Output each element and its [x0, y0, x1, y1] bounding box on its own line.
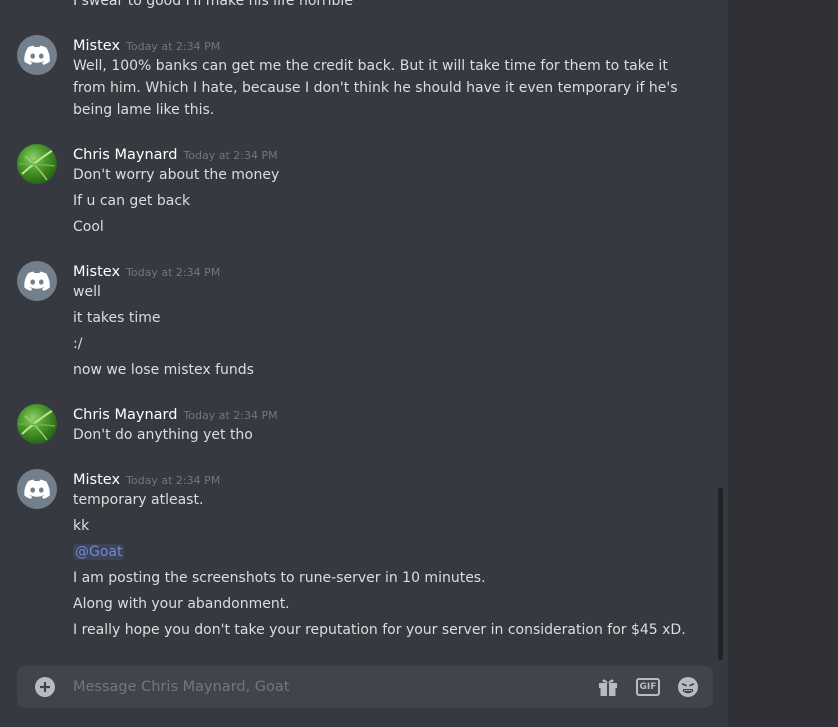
message-text: Along with your abandonment.: [73, 596, 290, 612]
message-text: temporary atleast.: [73, 492, 204, 508]
message-text: Don't do anything yet tho: [73, 427, 253, 443]
chat-panel: I swear to good I'll make his life horri…: [0, 0, 728, 727]
avatar[interactable]: [17, 469, 57, 509]
avatar[interactable]: [17, 144, 57, 184]
message-text: it takes time: [73, 310, 161, 326]
username[interactable]: Chris Maynard: [73, 147, 177, 163]
gift-icon: [599, 679, 617, 696]
message-text: now we lose mistex funds: [73, 362, 254, 378]
message-composer[interactable]: Message Chris Maynard, Goat GIF: [17, 666, 713, 708]
message-text: I really hope you don't take your reputa…: [73, 622, 686, 638]
message-header: Chris Maynard Today at 2:34 PM: [73, 144, 278, 166]
username[interactable]: Chris Maynard: [73, 407, 177, 423]
message-text: @Goat: [73, 541, 125, 563]
message-text: well: [73, 284, 101, 300]
message-text: I am posting the screenshots to rune-ser…: [73, 570, 486, 586]
username[interactable]: Mistex: [73, 472, 120, 488]
message-text: being lame like this.: [73, 102, 215, 118]
gift-button[interactable]: [595, 675, 621, 699]
timestamp: Today at 2:34 PM: [126, 40, 221, 53]
timestamp: Today at 2:34 PM: [126, 266, 221, 279]
leaf-photo-icon: [18, 409, 56, 441]
gif-icon: GIF: [636, 678, 660, 696]
timestamp: Today at 2:34 PM: [183, 409, 278, 422]
user-mention[interactable]: @Goat: [73, 544, 125, 560]
emoji-button[interactable]: [675, 675, 701, 699]
message-text: Well, 100% banks can get me the credit b…: [73, 58, 668, 74]
username[interactable]: Mistex: [73, 264, 120, 280]
username[interactable]: Mistex: [73, 38, 120, 54]
add-icon: [40, 682, 50, 692]
message-text: kk: [73, 518, 90, 534]
message-text: If u can get back: [73, 193, 191, 209]
discord-logo-icon: [24, 271, 50, 291]
message-text: :/: [73, 336, 83, 352]
side-panel: [728, 0, 838, 727]
message-text: Don't worry about the money: [73, 167, 280, 183]
leaf-photo-icon: [18, 149, 56, 181]
discord-logo-icon: [24, 479, 50, 499]
message-header: Mistex Today at 2:34 PM: [73, 261, 220, 283]
message-header: Mistex Today at 2:34 PM: [73, 35, 220, 57]
discord-logo-icon: [24, 45, 50, 65]
scrollbar-thumb[interactable]: [718, 488, 723, 660]
partial-message-line: I swear to good I'll make his life horri…: [73, 0, 353, 9]
emoji-icon: [678, 677, 698, 697]
avatar[interactable]: [17, 404, 57, 444]
avatar[interactable]: [17, 35, 57, 75]
message-header: Mistex Today at 2:34 PM: [73, 469, 220, 491]
message-header: Chris Maynard Today at 2:34 PM: [73, 404, 278, 426]
gif-button[interactable]: GIF: [635, 675, 661, 699]
message-text: from him. Which I hate, because I don't …: [73, 80, 678, 96]
add-attachment-button[interactable]: [35, 677, 55, 697]
message-text: Cool: [73, 219, 104, 235]
message-input[interactable]: Message Chris Maynard, Goat: [73, 677, 290, 697]
timestamp: Today at 2:34 PM: [183, 149, 278, 162]
avatar[interactable]: [17, 261, 57, 301]
timestamp: Today at 2:34 PM: [126, 474, 221, 487]
